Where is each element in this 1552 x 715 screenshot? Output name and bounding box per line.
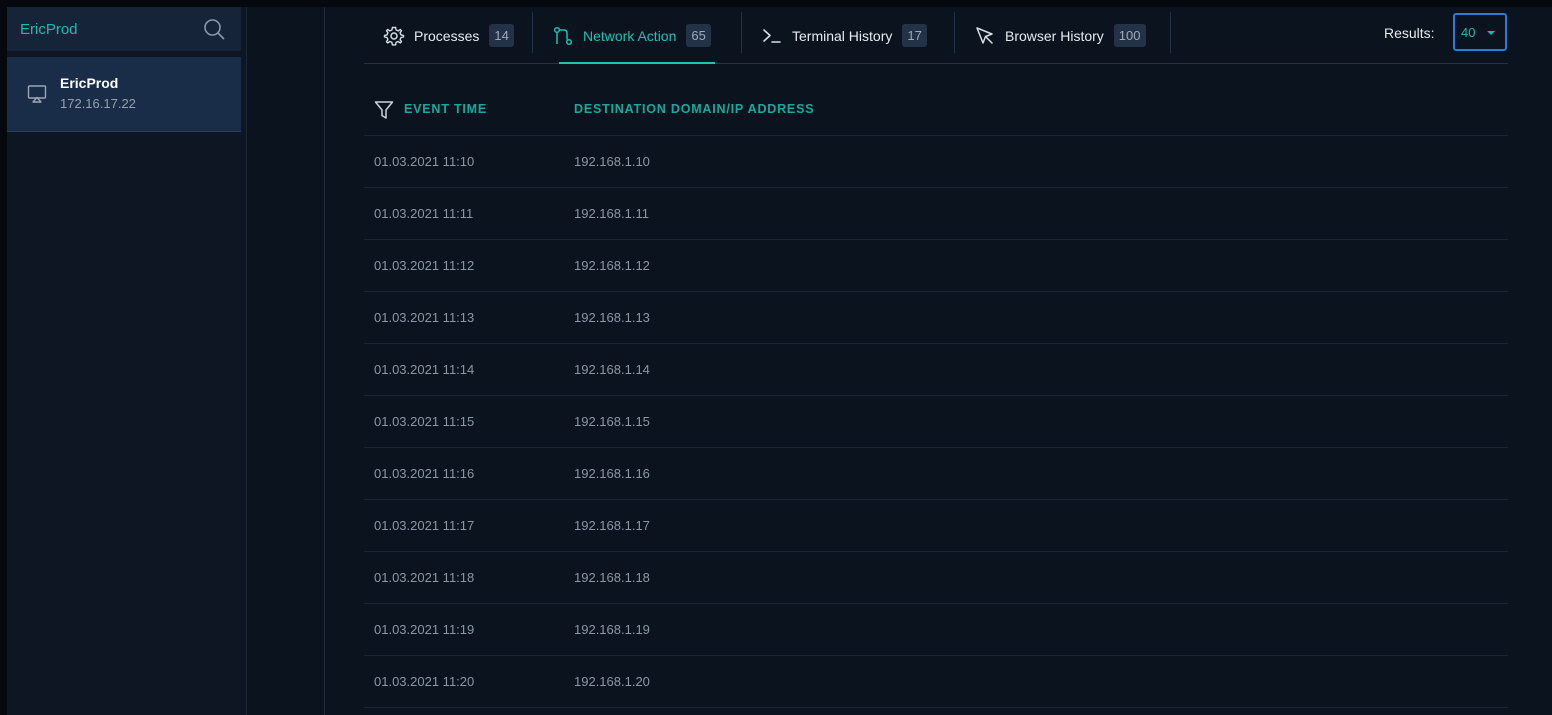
window-top-border bbox=[0, 0, 1552, 7]
destination-cell: 192.168.1.20 bbox=[574, 674, 650, 689]
column-header-event-time[interactable]: EVENT TIME bbox=[404, 102, 487, 116]
terminal-icon bbox=[763, 28, 781, 43]
table-row[interactable]: 01.03.2021 11:11 192.168.1.11 bbox=[364, 188, 1508, 240]
gear-icon bbox=[383, 26, 405, 46]
table-row[interactable]: 01.03.2021 11:19 192.168.1.19 bbox=[364, 604, 1508, 656]
destination-cell: 192.168.1.10 bbox=[574, 154, 650, 169]
search-icon[interactable] bbox=[203, 18, 225, 40]
host-search bbox=[7, 7, 241, 51]
tab-separator bbox=[741, 12, 742, 53]
host-ip: 172.16.17.22 bbox=[60, 96, 136, 111]
tab-separator bbox=[954, 12, 955, 53]
tab-separator bbox=[1170, 12, 1171, 53]
event-time-cell: 01.03.2021 11:19 bbox=[374, 622, 475, 637]
table-row[interactable]: 01.03.2021 11:12 192.168.1.12 bbox=[364, 240, 1508, 292]
tab-browser-history[interactable]: Browser History 100 bbox=[974, 12, 1146, 59]
destination-cell: 192.168.1.14 bbox=[574, 362, 650, 377]
event-time-cell: 01.03.2021 11:17 bbox=[374, 518, 475, 533]
tab-network-action[interactable]: Network Action 65 bbox=[552, 12, 711, 59]
destination-cell: 192.168.1.19 bbox=[574, 622, 650, 637]
network-action-table: EVENT TIME DESTINATION DOMAIN/IP ADDRESS… bbox=[364, 84, 1508, 708]
table-row[interactable]: 01.03.2021 11:16 192.168.1.16 bbox=[364, 448, 1508, 500]
table-row[interactable]: 01.03.2021 11:18 192.168.1.18 bbox=[364, 552, 1508, 604]
destination-cell: 192.168.1.15 bbox=[574, 414, 650, 429]
event-time-cell: 01.03.2021 11:10 bbox=[374, 154, 475, 169]
table-row[interactable]: 01.03.2021 11:20 192.168.1.20 bbox=[364, 656, 1508, 708]
event-time-cell: 01.03.2021 11:11 bbox=[374, 206, 474, 221]
tab-processes[interactable]: Processes 14 bbox=[383, 12, 514, 59]
host-name: EricProd bbox=[60, 75, 119, 91]
event-time-cell: 01.03.2021 11:18 bbox=[374, 570, 475, 585]
table-row[interactable]: 01.03.2021 11:14 192.168.1.14 bbox=[364, 344, 1508, 396]
cursor-icon bbox=[976, 26, 993, 44]
results-value: 40 bbox=[1461, 24, 1476, 40]
table-row[interactable]: 01.03.2021 11:15 192.168.1.15 bbox=[364, 396, 1508, 448]
tab-processes-count: 14 bbox=[489, 24, 514, 47]
column-header-destination[interactable]: DESTINATION DOMAIN/IP ADDRESS bbox=[574, 102, 814, 116]
event-time-cell: 01.03.2021 11:15 bbox=[374, 414, 475, 429]
tab-network-action-count: 65 bbox=[686, 24, 711, 47]
chevron-down-icon bbox=[1487, 31, 1495, 35]
table-row[interactable]: 01.03.2021 11:10 192.168.1.10 bbox=[364, 136, 1508, 188]
tab-browser-history-count: 100 bbox=[1113, 24, 1146, 47]
tab-terminal-history-label: Terminal History bbox=[792, 27, 893, 44]
monitor-icon bbox=[27, 85, 47, 103]
table-body: 01.03.2021 11:10 192.168.1.10 01.03.2021 1… bbox=[364, 136, 1508, 708]
network-icon bbox=[553, 26, 573, 45]
results-select[interactable]: 40 bbox=[1453, 13, 1507, 51]
destination-cell: 192.168.1.11 bbox=[574, 206, 649, 221]
event-time-cell: 01.03.2021 11:14 bbox=[374, 362, 475, 377]
event-time-cell: 01.03.2021 11:16 bbox=[374, 466, 475, 481]
tab-network-action-label: Network Action bbox=[583, 27, 677, 44]
destination-cell: 192.168.1.18 bbox=[574, 570, 650, 585]
search-input[interactable] bbox=[20, 20, 190, 38]
tab-processes-label: Processes bbox=[414, 27, 480, 44]
tab-separator bbox=[532, 12, 533, 53]
panel-divider bbox=[324, 7, 325, 715]
table-row[interactable]: 01.03.2021 11:17 192.168.1.17 bbox=[364, 500, 1508, 552]
tab-bar: Processes 14 Network Action 65 Terminal … bbox=[364, 7, 1508, 64]
sidebar: EricProd 172.16.17.22 bbox=[7, 7, 247, 715]
event-time-cell: 01.03.2021 11:20 bbox=[374, 674, 475, 689]
results-label: Results: bbox=[1384, 25, 1435, 41]
host-card[interactable]: EricProd 172.16.17.22 bbox=[7, 57, 241, 132]
destination-cell: 192.168.1.16 bbox=[574, 466, 650, 481]
tab-browser-history-label: Browser History bbox=[1005, 27, 1104, 44]
table-row[interactable]: 01.03.2021 11:13 192.168.1.13 bbox=[364, 292, 1508, 344]
active-tab-indicator bbox=[559, 62, 715, 64]
event-time-cell: 01.03.2021 11:13 bbox=[374, 310, 475, 325]
destination-cell: 192.168.1.17 bbox=[574, 518, 650, 533]
filter-icon[interactable] bbox=[373, 99, 395, 121]
destination-cell: 192.168.1.12 bbox=[574, 258, 650, 273]
event-time-cell: 01.03.2021 11:12 bbox=[374, 258, 475, 273]
destination-cell: 192.168.1.13 bbox=[574, 310, 650, 325]
window-left-border bbox=[0, 0, 7, 715]
tab-terminal-history[interactable]: Terminal History 17 bbox=[761, 12, 927, 59]
tab-terminal-history-count: 17 bbox=[902, 24, 927, 47]
table-header: EVENT TIME DESTINATION DOMAIN/IP ADDRESS bbox=[364, 84, 1508, 136]
